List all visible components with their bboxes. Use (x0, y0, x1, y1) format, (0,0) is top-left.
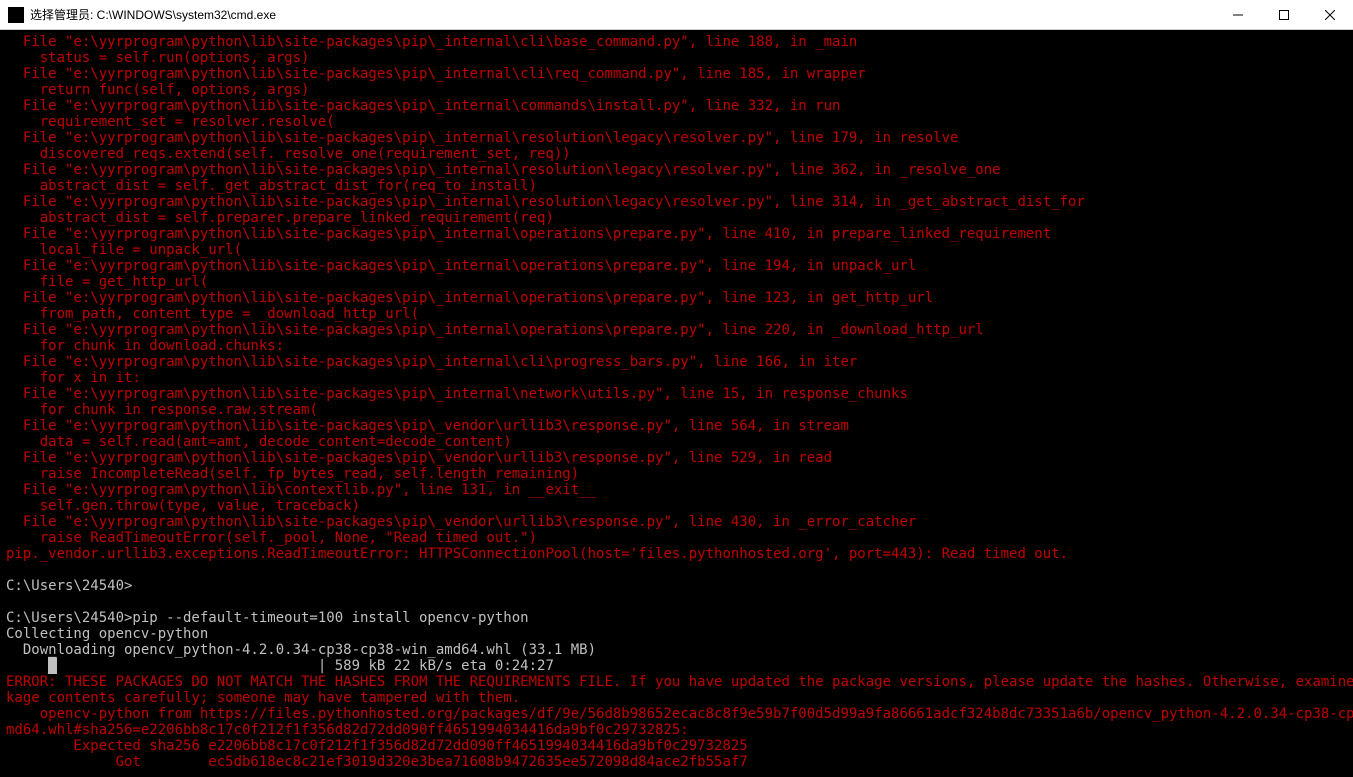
traceback-line: return func(self, options, args) (6, 82, 309, 98)
traceback-line: File "e:\yyrprogram\python\lib\site-pack… (6, 34, 857, 50)
traceback-line: File "e:\yyrprogram\python\lib\site-pack… (6, 386, 908, 402)
traceback-line: File "e:\yyrprogram\python\lib\site-pack… (6, 514, 916, 530)
window-titlebar: 选择管理员: C:\WINDOWS\system32\cmd.exe (0, 0, 1353, 30)
traceback-line: File "e:\yyrprogram\python\lib\site-pack… (6, 258, 916, 274)
traceback-line: for x in it: (6, 370, 141, 386)
downloading-line: Downloading opencv_python-4.2.0.34-cp38-… (6, 642, 596, 658)
minimize-button[interactable] (1215, 0, 1261, 29)
close-button[interactable] (1307, 0, 1353, 29)
traceback-line: from_path, content_type = _download_http… (6, 306, 419, 322)
traceback-line: abstract_dist = self.preparer.prepare_li… (6, 210, 554, 226)
traceback-line: for chunk in response.raw.stream( (6, 402, 318, 418)
traceback-line: File "e:\yyrprogram\python\lib\site-pack… (6, 130, 958, 146)
collecting-line: Collecting opencv-python (6, 626, 208, 642)
traceback-line: File "e:\yyrprogram\python\lib\site-pack… (6, 450, 832, 466)
traceback-line: File "e:\yyrprogram\python\lib\site-pack… (6, 66, 866, 82)
error-line: kage contents carefully; someone may hav… (6, 690, 520, 706)
error-line: Got ec5db618ec8c21ef3019d320e3bea71608b9… (6, 754, 748, 770)
cmd-icon (8, 7, 24, 23)
progress-suffix: | 589 kB 22 kB/s eta 0:24:27 (57, 658, 554, 674)
error-line: ERROR: THESE PACKAGES DO NOT MATCH THE H… (6, 674, 1353, 690)
traceback-line: for chunk in download.chunks: (6, 338, 284, 354)
error-line: Expected sha256 e2206bb8c17c0f212f1f356d… (6, 738, 748, 754)
traceback-line: self.gen.throw(type, value, traceback) (6, 498, 360, 514)
traceback-line: File "e:\yyrprogram\python\lib\site-pack… (6, 226, 1051, 242)
terminal-output[interactable]: File "e:\yyrprogram\python\lib\site-pack… (0, 30, 1353, 777)
traceback-line: raise IncompleteRead(self._fp_bytes_read… (6, 466, 579, 482)
error-line: opencv-python from https://files.pythonh… (6, 706, 1353, 722)
traceback-line: File "e:\yyrprogram\python\lib\site-pack… (6, 354, 857, 370)
traceback-line: File "e:\yyrprogram\python\lib\site-pack… (6, 322, 984, 338)
command-line: C:\Users\24540>pip --default-timeout=100… (6, 610, 529, 626)
progress-bar-fill: █ (48, 658, 56, 674)
traceback-line: File "e:\yyrprogram\python\lib\site-pack… (6, 162, 1001, 178)
maximize-button[interactable] (1261, 0, 1307, 29)
prompt-line: C:\Users\24540> (6, 578, 132, 594)
traceback-line: abstract_dist = self._get_abstract_dist_… (6, 178, 537, 194)
window-controls (1215, 0, 1353, 29)
traceback-line: File "e:\yyrprogram\python\lib\site-pack… (6, 418, 849, 434)
traceback-line: data = self.read(amt=amt, decode_content… (6, 434, 512, 450)
progress-prefix (6, 658, 48, 674)
traceback-line: File "e:\yyrprogram\python\lib\site-pack… (6, 194, 1085, 210)
traceback-line: requirement_set = resolver.resolve( (6, 114, 335, 130)
error-line: md64.whl#sha256=e2206bb8c17c0f212f1f356d… (6, 722, 689, 738)
traceback-line: raise ReadTimeoutError(self._pool, None,… (6, 530, 537, 546)
traceback-line: File "e:\yyrprogram\python\lib\contextli… (6, 482, 596, 498)
traceback-line: local_file = unpack_url( (6, 242, 242, 258)
traceback-line: file = get_http_url( (6, 274, 208, 290)
traceback-line: status = self.run(options, args) (6, 50, 309, 66)
traceback-line: pip._vendor.urllib3.exceptions.ReadTimeo… (6, 546, 1068, 562)
traceback-line: discovered_reqs.extend(self._resolve_one… (6, 146, 571, 162)
traceback-line: File "e:\yyrprogram\python\lib\site-pack… (6, 98, 840, 114)
traceback-line: File "e:\yyrprogram\python\lib\site-pack… (6, 290, 933, 306)
window-title: 选择管理员: C:\WINDOWS\system32\cmd.exe (30, 6, 1215, 23)
